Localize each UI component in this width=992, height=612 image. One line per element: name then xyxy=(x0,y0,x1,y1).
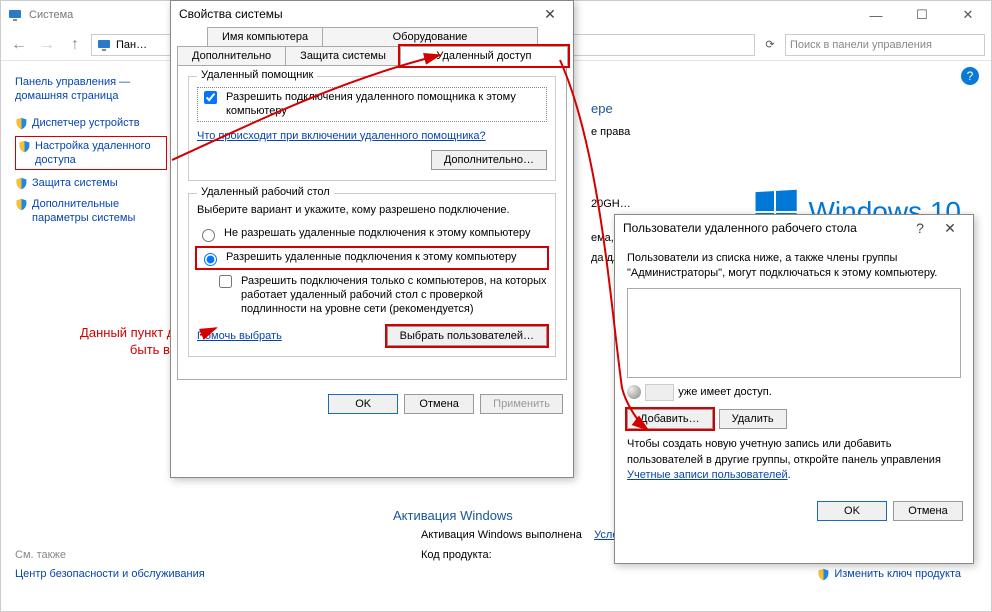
window-title: Система xyxy=(29,9,73,21)
shield-icon xyxy=(15,177,28,190)
radio-label: Разрешить удаленные подключения к этому … xyxy=(226,250,517,264)
users-body: Пользователи из списка ниже, а также чле… xyxy=(615,241,973,493)
back-button[interactable]: ← xyxy=(7,33,31,57)
dialog-buttons: OK Отмена xyxy=(615,493,973,529)
close-button[interactable]: ✕ xyxy=(945,1,991,29)
access-suffix: уже имеет доступ. xyxy=(678,385,772,400)
shield-icon xyxy=(817,568,830,581)
checkbox-label: Разрешить подключения только с компьютер… xyxy=(241,274,547,317)
dialog-title: Пользователи удаленного рабочего стола xyxy=(623,221,857,235)
minimize-button[interactable]: — xyxy=(853,1,899,29)
sidebar-item-label: Настройка удаленного доступа xyxy=(35,139,164,168)
dialog-titlebar[interactable]: Свойства системы ✕ xyxy=(171,1,573,27)
sidebar-item-label: Диспетчер устройств xyxy=(32,116,140,130)
cancel-button[interactable]: Отмена xyxy=(893,501,963,521)
users-description: Пользователи из списка ниже, а также чле… xyxy=(627,251,961,282)
product-key-label: Код продукта: xyxy=(421,549,492,561)
related-link[interactable]: Центр безопасности и обслуживания xyxy=(15,567,205,581)
sidebar-item-remote-settings[interactable]: Настройка удаленного доступа xyxy=(15,136,167,171)
sidebar-item-system-protection[interactable]: Защита системы xyxy=(15,176,167,190)
tab-remote[interactable]: Удаленный доступ xyxy=(400,46,568,66)
radio-input[interactable] xyxy=(204,253,217,266)
activation-status: Активация Windows выполнена xyxy=(421,529,582,541)
sidebar-item-label: Дополнительные параметры системы xyxy=(32,197,167,226)
dialog-help-button[interactable]: ? xyxy=(905,216,935,240)
tab-computer-name[interactable]: Имя компьютера xyxy=(207,27,323,46)
group-remote-desktop: Удаленный рабочий стол Выберите вариант … xyxy=(188,193,556,358)
search-input[interactable]: Поиск в панели управления xyxy=(785,34,985,56)
users-listbox[interactable] xyxy=(627,288,961,378)
section-title-partial: ере xyxy=(591,101,961,116)
dialog-close-button[interactable]: ✕ xyxy=(535,2,565,26)
rd-description: Выберите вариант и укажите, кому разреше… xyxy=(197,204,547,216)
ok-button[interactable]: OK xyxy=(817,501,887,521)
pc-icon xyxy=(96,37,112,53)
forward-button[interactable]: → xyxy=(35,33,59,57)
window-controls: — ☐ ✕ xyxy=(853,1,991,29)
checkbox-label: Разрешить подключения удаленного помощни… xyxy=(226,90,544,119)
shield-icon xyxy=(15,117,28,130)
tab-advanced[interactable]: Дополнительно xyxy=(177,46,286,65)
select-users-button[interactable]: Выбрать пользователей… xyxy=(387,326,547,346)
cancel-button[interactable]: Отмена xyxy=(404,394,474,414)
change-key-label: Изменить ключ продукта xyxy=(834,568,961,580)
advanced-button[interactable]: Дополнительно… xyxy=(431,150,547,170)
tab-hardware[interactable]: Оборудование xyxy=(322,27,538,46)
tab-system-protection[interactable]: Защита системы xyxy=(285,46,401,65)
apply-button[interactable]: Применить xyxy=(480,394,563,414)
system-icon xyxy=(7,7,23,23)
maximize-button[interactable]: ☐ xyxy=(899,1,945,29)
radio-deny-remote[interactable]: Не разрешать удаленные подключения к это… xyxy=(197,226,547,242)
add-button[interactable]: Добавить… xyxy=(627,409,713,429)
group-title: Удаленный помощник xyxy=(197,69,317,81)
dialog-body: Удаленный помощник Разрешить подключения… xyxy=(177,65,567,380)
checkbox-remote-assistance[interactable]: Разрешить подключения удаленного помощни… xyxy=(197,87,547,122)
rdp-users-dialog: Пользователи удаленного рабочего стола ?… xyxy=(614,214,974,564)
shield-icon xyxy=(15,198,28,211)
change-key-link[interactable]: Изменить ключ продукта xyxy=(817,567,961,581)
shield-icon xyxy=(18,140,31,153)
checkbox-nla[interactable]: Разрешить подключения только с компьютер… xyxy=(215,274,547,317)
user-accounts-link[interactable]: Учетные записи пользователей xyxy=(627,469,788,481)
dialog-buttons: OK Отмена Применить xyxy=(171,386,573,422)
radio-label: Не разрешать удаленные подключения к это… xyxy=(224,226,531,240)
up-button[interactable]: ↑ xyxy=(63,33,87,57)
user-name-placeholder xyxy=(645,384,674,401)
radio-allow-remote[interactable]: Разрешить удаленные подключения к этому … xyxy=(197,248,547,268)
system-properties-dialog: Свойства системы ✕ Имя компьютера Оборуд… xyxy=(170,0,574,478)
user-icon xyxy=(627,385,641,399)
related-title: См. также xyxy=(15,549,205,561)
tabs: Имя компьютера Оборудование Дополнительн… xyxy=(171,27,573,65)
sidebar-home-link[interactable]: Панель управления — домашняя страница xyxy=(15,75,167,104)
dialog-close-button[interactable]: ✕ xyxy=(935,216,965,240)
dialog-title: Свойства системы xyxy=(179,7,283,21)
sidebar-item-device-manager[interactable]: Диспетчер устройств xyxy=(15,116,167,130)
checkbox-input[interactable] xyxy=(219,275,232,288)
sidebar-related: См. также Центр безопасности и обслужива… xyxy=(15,549,205,581)
help-choose-link[interactable]: Помочь выбрать xyxy=(197,330,282,342)
remove-button[interactable]: Удалить xyxy=(719,409,787,429)
group-title: Удаленный рабочий стол xyxy=(197,186,334,198)
access-line: уже имеет доступ. xyxy=(627,384,961,401)
dialog-titlebar[interactable]: Пользователи удаленного рабочего стола ?… xyxy=(615,215,973,241)
ra-help-link[interactable]: Что происходит при включении удаленного … xyxy=(197,130,486,142)
sidebar-item-advanced-settings[interactable]: Дополнительные параметры системы xyxy=(15,197,167,226)
radio-input[interactable] xyxy=(202,229,215,242)
sidebar-item-label: Защита системы xyxy=(32,176,118,190)
rights-partial: е права xyxy=(591,126,961,138)
ok-button[interactable]: OK xyxy=(328,394,398,414)
breadcrumb-segment[interactable]: Пан… xyxy=(116,39,147,51)
search-placeholder: Поиск в панели управления xyxy=(790,39,932,51)
group-remote-assistance: Удаленный помощник Разрешить подключения… xyxy=(188,76,556,181)
users-hint: Чтобы создать новую учетную запись или д… xyxy=(627,437,961,483)
checkbox-input[interactable] xyxy=(204,91,217,104)
refresh-button[interactable]: ⟳ xyxy=(759,34,781,56)
hint-text: Чтобы создать новую учетную запись или д… xyxy=(627,438,941,465)
